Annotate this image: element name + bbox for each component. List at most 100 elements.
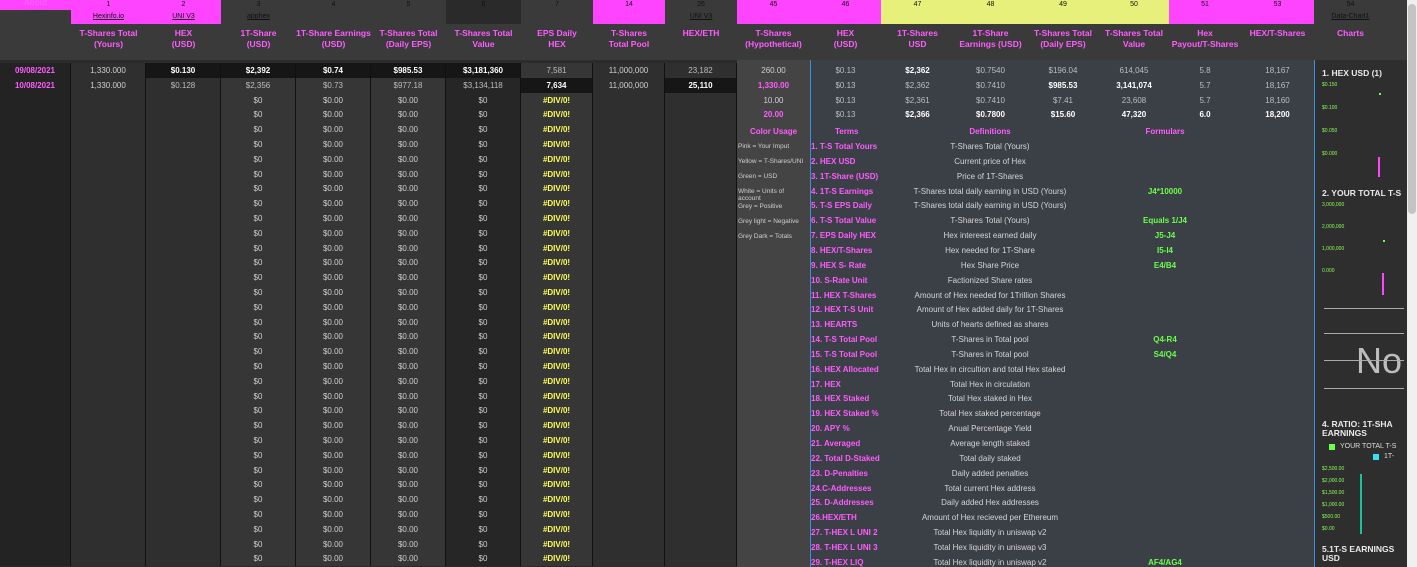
- cell-c4[interactable]: $0.00: [296, 551, 371, 567]
- cell-c3[interactable]: $0: [221, 255, 296, 271]
- cell-c2[interactable]: [146, 225, 221, 241]
- cell-c2[interactable]: [146, 492, 221, 508]
- cell-c7[interactable]: #DIV/0!: [521, 373, 593, 389]
- cell-c5[interactable]: $0.00: [371, 521, 446, 537]
- cell-c7[interactable]: #DIV/0!: [521, 255, 593, 271]
- cell-c5[interactable]: $0.00: [371, 211, 446, 226]
- cell-c8[interactable]: [593, 433, 665, 448]
- cell-c2[interactable]: [146, 447, 221, 463]
- cell-c5[interactable]: $0.00: [371, 137, 446, 152]
- cell-date[interactable]: [0, 388, 71, 404]
- cell-c1[interactable]: [71, 122, 146, 138]
- cell-c3[interactable]: $0: [221, 211, 296, 226]
- column-header-3[interactable]: 3 apphex 1T-Share (USD): [221, 0, 296, 60]
- hypo-cell-hex_t[interactable]: 18,167: [1241, 78, 1314, 93]
- cell-c9[interactable]: [665, 166, 737, 182]
- hypo-cell-payout[interactable]: 5.7: [1169, 78, 1241, 93]
- cell-c6[interactable]: $0: [446, 507, 521, 522]
- cell-c4[interactable]: $0.00: [296, 329, 371, 345]
- column-source-link[interactable]: UNI V3: [146, 10, 221, 24]
- cell-c5[interactable]: $0.00: [371, 240, 446, 256]
- cell-c4[interactable]: $0.00: [296, 299, 371, 315]
- cell-c1[interactable]: [71, 270, 146, 286]
- cell-c5[interactable]: $0.00: [371, 462, 446, 478]
- cell-c5[interactable]: $0.00: [371, 447, 446, 463]
- cell-c9[interactable]: [665, 477, 737, 493]
- column-header-2[interactable]: 2 UNI V3 HEX (USD): [146, 0, 221, 60]
- cell-c3[interactable]: $0: [221, 388, 296, 404]
- cell-c4[interactable]: $0.00: [296, 477, 371, 493]
- cell-c4[interactable]: $0.00: [296, 418, 371, 434]
- cell-c3[interactable]: $0: [221, 92, 296, 108]
- cell-c4[interactable]: $0.00: [296, 285, 371, 300]
- cell-date[interactable]: 09/08/2021: [0, 63, 71, 78]
- cell-c9[interactable]: [665, 329, 737, 345]
- cell-c3[interactable]: $2,356: [221, 77, 296, 93]
- cell-c3[interactable]: $0: [221, 196, 296, 212]
- cell-c2[interactable]: [146, 462, 221, 478]
- cell-c4[interactable]: $0.00: [296, 211, 371, 226]
- cell-date[interactable]: [0, 521, 71, 537]
- cell-c9[interactable]: [665, 270, 737, 286]
- cell-c1[interactable]: [71, 403, 146, 419]
- cell-c9[interactable]: [665, 255, 737, 271]
- column-header-16[interactable]: 51 Hex Payout/T-Shares: [1169, 0, 1241, 60]
- cell-c8[interactable]: [593, 122, 665, 138]
- cell-c2[interactable]: [146, 166, 221, 182]
- cell-c5[interactable]: $0.00: [371, 329, 446, 345]
- cell-c2[interactable]: [146, 151, 221, 167]
- cell-c6[interactable]: $3,134,118: [446, 77, 521, 93]
- hypo-cell-hex_t[interactable]: 18,160: [1241, 93, 1314, 108]
- cell-c1[interactable]: [71, 255, 146, 271]
- column-source-link[interactable]: [810, 10, 881, 24]
- cell-c6[interactable]: $0: [446, 418, 521, 434]
- cell-c6[interactable]: $0: [446, 521, 521, 537]
- cell-c4[interactable]: $0.00: [296, 492, 371, 508]
- cell-c4[interactable]: $0.00: [296, 314, 371, 330]
- cell-c7[interactable]: #DIV/0!: [521, 196, 593, 212]
- cell-c5[interactable]: $0.00: [371, 492, 446, 508]
- cell-c7[interactable]: #DIV/0!: [521, 462, 593, 478]
- cell-c9[interactable]: [665, 344, 737, 360]
- cell-c4[interactable]: $0.00: [296, 536, 371, 552]
- cell-c2[interactable]: [146, 329, 221, 345]
- cell-c4[interactable]: $0.00: [296, 166, 371, 182]
- cell-c2[interactable]: [146, 92, 221, 108]
- cell-c3[interactable]: $0: [221, 285, 296, 300]
- cell-c8[interactable]: [593, 299, 665, 315]
- cell-date[interactable]: [0, 92, 71, 108]
- cell-date[interactable]: [0, 359, 71, 374]
- cell-c2[interactable]: [146, 521, 221, 537]
- cell-c7[interactable]: #DIV/0!: [521, 211, 593, 226]
- cell-c9[interactable]: [665, 151, 737, 167]
- hypo-cell-hex_usd[interactable]: $0.13: [810, 107, 881, 122]
- column-header-5[interactable]: 5 T-Shares Total (Daily EPS): [371, 0, 446, 60]
- hypo-cell-t_shares[interactable]: 20.00: [737, 107, 810, 122]
- cell-c5[interactable]: $0.00: [371, 181, 446, 197]
- cell-date[interactable]: 10/08/2021: [0, 77, 71, 93]
- hypo-cell-hex_usd[interactable]: $0.13: [810, 63, 881, 78]
- cell-c7[interactable]: #DIV/0!: [521, 403, 593, 419]
- cell-c3[interactable]: $0: [221, 122, 296, 138]
- cell-c3[interactable]: $0: [221, 462, 296, 478]
- cell-c3[interactable]: $0: [221, 492, 296, 508]
- cell-c9[interactable]: [665, 225, 737, 241]
- cell-c6[interactable]: $0: [446, 299, 521, 315]
- cell-c1[interactable]: [71, 151, 146, 167]
- cell-c2[interactable]: [146, 551, 221, 567]
- cell-c3[interactable]: $0: [221, 344, 296, 360]
- cell-c4[interactable]: $0.00: [296, 137, 371, 152]
- cell-c8[interactable]: [593, 314, 665, 330]
- cell-c8[interactable]: [593, 447, 665, 463]
- cell-date[interactable]: [0, 344, 71, 360]
- cell-c1[interactable]: [71, 433, 146, 448]
- cell-c7[interactable]: #DIV/0!: [521, 388, 593, 404]
- cell-c6[interactable]: $0: [446, 344, 521, 360]
- cell-c6[interactable]: $0: [446, 181, 521, 197]
- cell-c6[interactable]: $0: [446, 433, 521, 448]
- cell-c6[interactable]: $0: [446, 536, 521, 552]
- column-source-link[interactable]: [521, 10, 593, 24]
- column-source-link[interactable]: UNI V3: [665, 10, 737, 24]
- cell-c5[interactable]: $977.18: [371, 77, 446, 93]
- column-source-link[interactable]: [737, 10, 810, 24]
